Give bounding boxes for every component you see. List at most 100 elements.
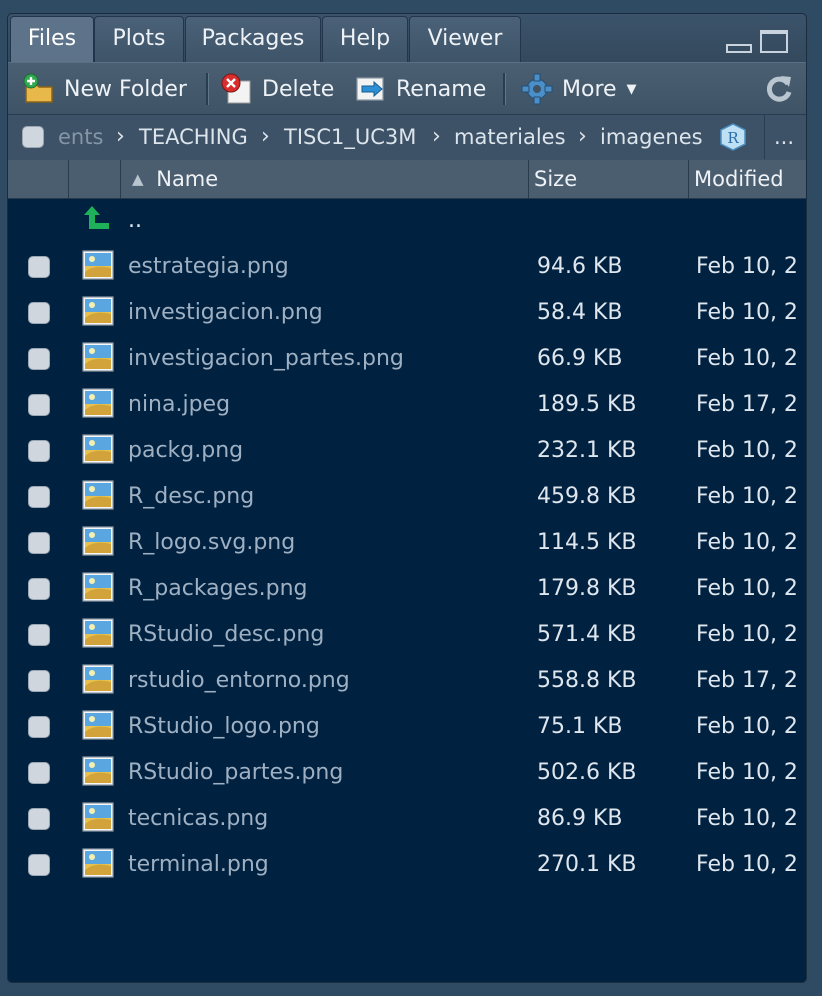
tab-help[interactable]: Help — [322, 16, 408, 62]
file-checkbox[interactable] — [28, 670, 50, 692]
more-button[interactable]: More ▼ — [520, 63, 637, 115]
refresh-icon[interactable] — [762, 72, 796, 106]
file-checkbox[interactable] — [28, 808, 50, 830]
file-checkbox[interactable] — [28, 532, 50, 554]
file-name-link[interactable]: R_desc.png — [128, 474, 254, 520]
file-row[interactable]: nina.jpeg 189.5 KB Feb 17, 2 — [8, 382, 806, 428]
chevron-right-icon: › — [578, 124, 587, 149]
delete-icon — [220, 72, 254, 106]
file-row[interactable]: R_packages.png 179.8 KB Feb 10, 2 — [8, 566, 806, 612]
file-modified: Feb 10, 2 — [696, 806, 798, 831]
file-modified: Feb 10, 2 — [696, 714, 798, 739]
file-name-link[interactable]: estrategia.png — [128, 244, 289, 290]
file-name-link[interactable]: packg.png — [128, 428, 243, 474]
file-size: 189.5 KB — [537, 392, 637, 417]
parent-directory-row[interactable]: .. — [8, 198, 806, 244]
column-header-name-label: Name — [156, 167, 219, 191]
file-checkbox[interactable] — [28, 394, 50, 416]
image-file-icon — [82, 296, 114, 326]
file-row[interactable]: RStudio_logo.png 75.1 KB Feb 10, 2 — [8, 704, 806, 750]
file-modified: Feb 17, 2 — [696, 668, 798, 693]
rename-button[interactable]: Rename — [354, 63, 486, 115]
breadcrumb-item[interactable]: ents — [58, 115, 103, 159]
file-row[interactable]: investigacion.png 58.4 KB Feb 10, 2 — [8, 290, 806, 336]
breadcrumb-item[interactable]: materiales — [454, 115, 566, 159]
file-checkbox[interactable] — [28, 486, 50, 508]
file-name-link[interactable]: nina.jpeg — [128, 382, 230, 428]
file-size: 179.8 KB — [537, 576, 637, 601]
image-file-icon — [82, 756, 114, 786]
file-modified: Feb 10, 2 — [696, 576, 798, 601]
file-row[interactable]: rstudio_entorno.png 558.8 KB Feb 17, 2 — [8, 658, 806, 704]
chevron-right-icon: › — [432, 124, 441, 149]
column-header-size[interactable]: Size — [534, 160, 577, 198]
file-modified: Feb 10, 2 — [696, 484, 798, 509]
file-modified: Feb 10, 2 — [696, 852, 798, 877]
file-name-link[interactable]: RStudio_logo.png — [128, 704, 320, 750]
file-name-link[interactable]: investigacion.png — [128, 290, 323, 336]
breadcrumb-item[interactable]: TISC1_UC3M — [284, 115, 416, 159]
image-file-icon — [82, 848, 114, 878]
file-name-link[interactable]: RStudio_partes.png — [128, 750, 343, 796]
file-checkbox[interactable] — [28, 256, 50, 278]
tab-viewer[interactable]: Viewer — [409, 16, 521, 62]
chevron-down-icon: ▼ — [626, 81, 637, 97]
file-row[interactable]: estrategia.png 94.6 KB Feb 10, 2 — [8, 244, 806, 290]
file-row[interactable]: investigacion_partes.png 66.9 KB Feb 10, 2 — [8, 336, 806, 382]
file-checkbox[interactable] — [28, 578, 50, 600]
file-name-link[interactable]: investigacion_partes.png — [128, 336, 404, 382]
image-file-icon — [82, 480, 114, 510]
file-size: 459.8 KB — [537, 484, 637, 509]
file-name-link[interactable]: R_packages.png — [128, 566, 308, 612]
file-size: 58.4 KB — [537, 300, 623, 325]
file-name-link[interactable]: tecnicas.png — [128, 796, 268, 842]
file-row[interactable]: RStudio_partes.png 502.6 KB Feb 10, 2 — [8, 750, 806, 796]
tab-packages[interactable]: Packages — [185, 16, 321, 62]
file-checkbox[interactable] — [28, 854, 50, 876]
file-row[interactable]: packg.png 232.1 KB Feb 10, 2 — [8, 428, 806, 474]
file-row[interactable]: R_logo.svg.png 114.5 KB Feb 10, 2 — [8, 520, 806, 566]
column-divider — [528, 160, 529, 198]
tab-plots[interactable]: Plots — [94, 16, 184, 62]
file-size: 66.9 KB — [537, 346, 623, 371]
file-row[interactable]: R_desc.png 459.8 KB Feb 10, 2 — [8, 474, 806, 520]
select-all-checkbox[interactable] — [22, 126, 44, 148]
path-overflow-button[interactable]: ... — [774, 115, 794, 159]
divider — [764, 115, 765, 159]
minimize-icon[interactable] — [726, 44, 752, 53]
column-header-modified[interactable]: Modified — [694, 160, 784, 198]
chevron-right-icon: › — [116, 124, 125, 149]
up-arrow-icon — [82, 204, 112, 234]
file-row[interactable]: RStudio_desc.png 571.4 KB Feb 10, 2 — [8, 612, 806, 658]
file-modified: Feb 10, 2 — [696, 622, 798, 647]
file-name-link[interactable]: rstudio_entorno.png — [128, 658, 350, 704]
new-folder-button[interactable]: New Folder — [22, 63, 187, 115]
file-checkbox[interactable] — [28, 624, 50, 646]
file-size: 86.9 KB — [537, 806, 623, 831]
maximize-icon[interactable] — [760, 30, 788, 53]
file-row[interactable]: tecnicas.png 86.9 KB Feb 10, 2 — [8, 796, 806, 842]
delete-button[interactable]: Delete — [220, 63, 334, 115]
sort-ascending-icon: ▲ — [132, 170, 144, 188]
column-header-name[interactable]: ▲ Name — [132, 160, 218, 198]
file-row[interactable]: terminal.png 270.1 KB Feb 10, 2 — [8, 842, 806, 888]
file-name-link[interactable]: RStudio_desc.png — [128, 612, 324, 658]
file-checkbox[interactable] — [28, 440, 50, 462]
file-checkbox[interactable] — [28, 348, 50, 370]
rename-label: Rename — [396, 76, 487, 102]
breadcrumb-item[interactable]: TEACHING — [139, 115, 248, 159]
file-checkbox[interactable] — [28, 302, 50, 324]
file-checkbox[interactable] — [28, 762, 50, 784]
tab-files[interactable]: Files — [10, 16, 94, 62]
file-checkbox[interactable] — [28, 716, 50, 738]
parent-directory-link[interactable]: .. — [128, 198, 142, 244]
breadcrumb: ents › TEACHING › TISC1_UC3M › materiale… — [8, 114, 806, 162]
r-project-icon[interactable]: R — [718, 122, 748, 152]
more-label: More — [562, 76, 617, 102]
file-size: 94.6 KB — [537, 254, 623, 279]
breadcrumb-item[interactable]: imagenes — [600, 115, 703, 159]
file-size: 232.1 KB — [537, 438, 637, 463]
file-name-link[interactable]: R_logo.svg.png — [128, 520, 295, 566]
file-name-link[interactable]: terminal.png — [128, 842, 269, 888]
image-file-icon — [82, 618, 114, 648]
